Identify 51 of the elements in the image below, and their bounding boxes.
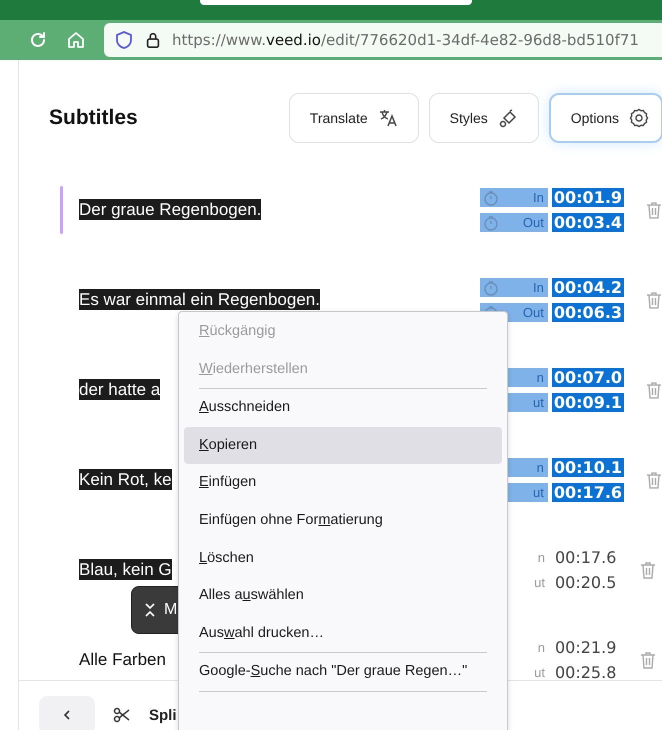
collapse-icon <box>144 602 156 618</box>
shield-icon[interactable] <box>114 30 134 50</box>
translate-icon <box>378 108 398 128</box>
lock-icon[interactable] <box>144 30 162 50</box>
timestamp[interactable]: 00:09.1 <box>552 393 624 412</box>
timestamp[interactable]: 00:17.6 <box>552 483 624 502</box>
menu-item[interactable]: Einfügen ohne Formatierung <box>184 502 502 540</box>
time-label: In <box>480 188 548 207</box>
timestamp[interactable]: 00:10.1 <box>552 458 624 477</box>
timestamp[interactable]: 00:21.9 <box>553 638 618 657</box>
timestamp[interactable]: 00:01.9 <box>552 188 624 207</box>
menu-item[interactable]: Löschen <box>184 540 502 578</box>
subtitle-text[interactable]: Alle Farben <box>79 649 166 670</box>
menu-item[interactable]: Kopieren <box>184 426 502 464</box>
subtitle-text[interactable]: Der graue Regenbogen. <box>78 199 262 220</box>
timestamp[interactable]: 00:06.3 <box>552 303 624 322</box>
timestamp[interactable]: 00:25.8 <box>553 663 618 682</box>
scissors-icon <box>113 706 131 724</box>
subtitle-text[interactable]: Es war einmal ein Regenbogen. <box>78 289 320 310</box>
url-text: https://www.veed.io/edit/776620d1-34df-4e82-96d8-bd510f71 <box>172 31 639 49</box>
panel-title: Subtitles <box>49 106 138 130</box>
header-button[interactable]: Translate <box>288 92 419 142</box>
time-label: ut <box>533 574 546 592</box>
settings-icon <box>629 108 649 128</box>
subtitle-text[interactable]: Kein Rot, ke <box>78 469 172 490</box>
header-button[interactable]: Styles <box>428 92 539 142</box>
trash-icon[interactable] <box>640 651 656 669</box>
timestamp[interactable]: 00:04.2 <box>552 278 624 297</box>
trash-icon[interactable] <box>646 471 662 489</box>
time-label: n <box>536 549 546 567</box>
trash-icon[interactable] <box>646 381 662 399</box>
timestamp[interactable]: 00:20.5 <box>553 573 618 592</box>
timestamp[interactable]: 00:03.4 <box>552 213 624 232</box>
time-label: ut <box>533 664 546 682</box>
time-label: n <box>536 639 546 657</box>
time-label: Out <box>480 213 548 232</box>
trash-icon[interactable] <box>640 561 656 579</box>
reload-icon[interactable] <box>28 30 48 50</box>
timestamp[interactable]: 00:07.0 <box>552 368 624 387</box>
trash-icon[interactable] <box>646 291 662 309</box>
header-button[interactable]: Options <box>548 92 662 142</box>
home-icon[interactable] <box>66 30 86 50</box>
time-label: In <box>480 278 548 297</box>
timestamp[interactable]: 00:17.6 <box>553 548 618 567</box>
subtitle-text[interactable]: Blau, kein G <box>79 559 172 580</box>
address-bar[interactable]: https://www.veed.io/edit/776620d1-34df-4e82-96d8-bd510f71 <box>104 23 662 57</box>
paint-bucket-icon <box>498 108 518 128</box>
menu-item[interactable]: Google-Suche nach "Der graue Regen…" <box>184 653 502 691</box>
split-label[interactable]: Spli <box>149 706 177 724</box>
subtitle-text[interactable]: der hatte a <box>78 379 160 400</box>
trash-icon[interactable] <box>646 201 662 219</box>
